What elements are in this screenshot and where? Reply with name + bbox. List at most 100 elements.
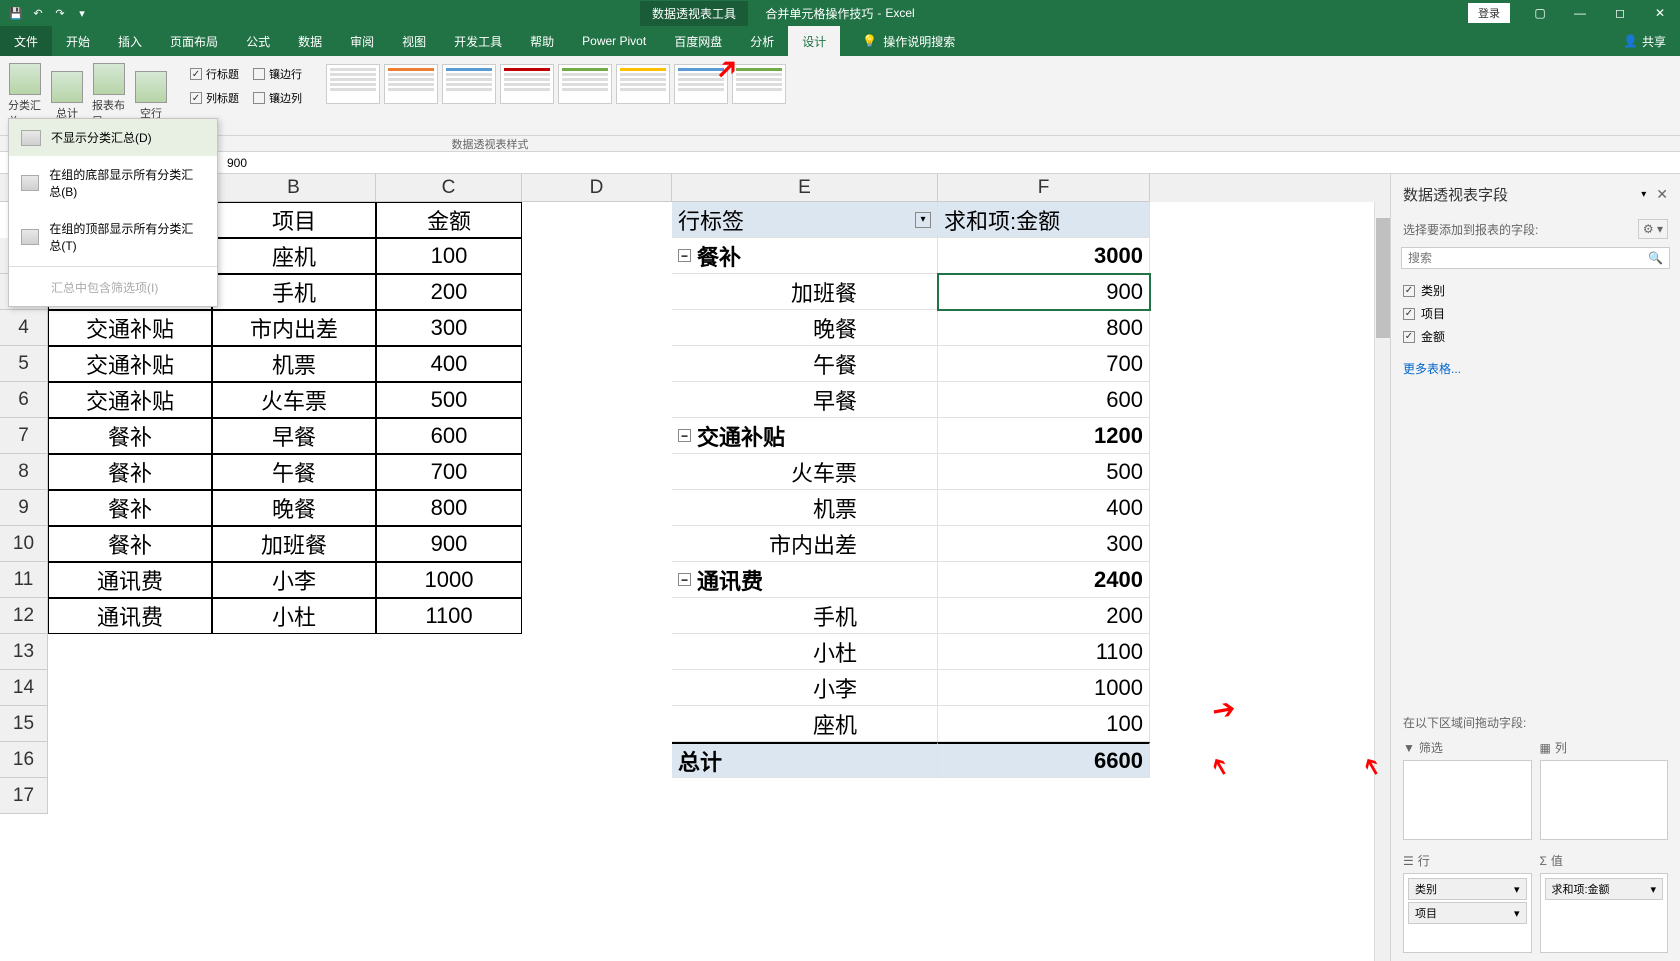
cell[interactable]: 200	[376, 274, 522, 310]
row-header[interactable]: 10	[0, 526, 48, 562]
gear-icon[interactable]: ⚙ ▾	[1638, 219, 1668, 239]
save-icon[interactable]: 💾	[8, 5, 24, 21]
pivot-cell[interactable]: 手机	[672, 598, 938, 634]
ribbon-display-icon[interactable]: ▢	[1520, 0, 1560, 26]
cell[interactable]: 800	[376, 490, 522, 526]
share-button[interactable]: 👤 共享	[1609, 33, 1680, 50]
dropdown-no-subtotal[interactable]: 不显示分类汇总(D)	[9, 119, 217, 156]
menu-home[interactable]: 开始	[52, 26, 104, 56]
pivot-cell[interactable]: 座机	[672, 706, 938, 742]
menu-design[interactable]: 设计	[788, 26, 840, 56]
pivot-cell[interactable]: 小李	[672, 670, 938, 706]
row-header[interactable]: 7	[0, 418, 48, 454]
pivot-cell[interactable]: 早餐	[672, 382, 938, 418]
menu-developer[interactable]: 开发工具	[440, 26, 516, 56]
field-item[interactable]: 金额	[1403, 325, 1668, 348]
pivot-value-label[interactable]: 求和项:金额	[938, 202, 1150, 238]
col-header-checkbox[interactable]: 列标题	[190, 88, 239, 108]
dropdown-subtotal-top[interactable]: 在组的顶部显示所有分类汇总(T)	[9, 210, 217, 264]
cell[interactable]: 手机	[212, 274, 376, 310]
pivot-group[interactable]: −餐补	[672, 238, 938, 274]
col-header[interactable]: C	[376, 174, 522, 202]
style-thumb[interactable]	[558, 64, 612, 104]
cell[interactable]: 交通补贴	[48, 346, 212, 382]
pivot-cell[interactable]: 100	[938, 706, 1150, 742]
field-pill[interactable]: 项目▾	[1408, 902, 1527, 924]
pivot-cell[interactable]: 火车票	[672, 454, 938, 490]
panel-close-icon[interactable]: ✕	[1656, 186, 1668, 203]
row-header-checkbox[interactable]: 行标题	[190, 64, 239, 84]
cell[interactable]: 400	[376, 346, 522, 382]
collapse-icon[interactable]: −	[678, 429, 691, 442]
pivot-cell[interactable]: 500	[938, 454, 1150, 490]
banded-cols-checkbox[interactable]: 镶边列	[253, 88, 302, 108]
cell[interactable]: 餐补	[48, 490, 212, 526]
collapse-icon[interactable]: −	[678, 573, 691, 586]
col-header[interactable]: D	[522, 174, 672, 202]
redo-icon[interactable]: ↷	[52, 5, 68, 21]
cell[interactable]: 900	[376, 526, 522, 562]
cell[interactable]: 交通补贴	[48, 310, 212, 346]
minimize-icon[interactable]: —	[1560, 0, 1600, 26]
row-header[interactable]: 6	[0, 382, 48, 418]
col-header[interactable]: E	[672, 174, 938, 202]
vertical-scrollbar[interactable]	[1374, 202, 1390, 961]
field-pill[interactable]: 类别▾	[1408, 878, 1527, 900]
filter-dropdown-icon[interactable]: ▾	[915, 212, 931, 228]
col-header[interactable]: F	[938, 174, 1150, 202]
field-item[interactable]: 项目	[1403, 302, 1668, 325]
style-thumb[interactable]	[442, 64, 496, 104]
formula-bar[interactable]: 900	[0, 152, 1680, 174]
col-header[interactable]: B	[212, 174, 376, 202]
field-item[interactable]: 类别	[1403, 279, 1668, 302]
cell[interactable]: 小杜	[212, 598, 376, 634]
pivot-cell[interactable]: 加班餐	[672, 274, 938, 310]
cell[interactable]: 午餐	[212, 454, 376, 490]
pivot-cell[interactable]: 1000	[938, 670, 1150, 706]
dropdown-subtotal-bottom[interactable]: 在组的底部显示所有分类汇总(B)	[9, 156, 217, 210]
style-thumb[interactable]	[616, 64, 670, 104]
style-thumb[interactable]	[326, 64, 380, 104]
cell[interactable]: 700	[376, 454, 522, 490]
pivot-cell[interactable]: 3000	[938, 238, 1150, 274]
pivot-grand-total-value[interactable]: 6600	[938, 742, 1150, 778]
pivot-cell[interactable]: 机票	[672, 490, 938, 526]
banded-rows-checkbox[interactable]: 镶边行	[253, 64, 302, 84]
row-header[interactable]: 15	[0, 706, 48, 742]
pivot-cell[interactable]: 400	[938, 490, 1150, 526]
menu-help[interactable]: 帮助	[516, 26, 568, 56]
cell[interactable]: 项目	[212, 202, 376, 238]
row-header[interactable]: 14	[0, 670, 48, 706]
cell[interactable]: 300	[376, 310, 522, 346]
values-drop-zone[interactable]: Σ值 求和项:金额▾	[1540, 848, 1669, 953]
pivot-cell[interactable]: 小杜	[672, 634, 938, 670]
pivot-cell[interactable]: 700	[938, 346, 1150, 382]
cell[interactable]: 1000	[376, 562, 522, 598]
pivot-cell-selected[interactable]: 900	[938, 274, 1150, 310]
row-header[interactable]: 11	[0, 562, 48, 598]
cell[interactable]: 机票	[212, 346, 376, 382]
cell[interactable]: 早餐	[212, 418, 376, 454]
rows-drop-zone[interactable]: ☰行 类别▾ 项目▾	[1403, 848, 1532, 953]
pivot-grand-total-label[interactable]: 总计	[672, 742, 938, 778]
cell[interactable]: 火车票	[212, 382, 376, 418]
pivot-cell[interactable]: 300	[938, 526, 1150, 562]
menu-analyze[interactable]: 分析	[736, 26, 788, 56]
menu-view[interactable]: 视图	[388, 26, 440, 56]
cell[interactable]: 通讯费	[48, 562, 212, 598]
tell-me-search[interactable]: 💡 操作说明搜索	[848, 26, 969, 56]
cell[interactable]: 市内出差	[212, 310, 376, 346]
pivot-cell[interactable]: 200	[938, 598, 1150, 634]
login-button[interactable]: 登录	[1468, 3, 1510, 23]
qat-more-icon[interactable]: ▾	[74, 5, 90, 21]
chevron-down-icon[interactable]: ▾	[1514, 883, 1520, 896]
menu-pagelayout[interactable]: 页面布局	[156, 26, 232, 56]
menu-data[interactable]: 数据	[284, 26, 336, 56]
menu-powerpivot[interactable]: Power Pivot	[568, 26, 660, 56]
cell[interactable]: 晚餐	[212, 490, 376, 526]
cell[interactable]: 100	[376, 238, 522, 274]
pivot-cell[interactable]: 市内出差	[672, 526, 938, 562]
row-header[interactable]: 13	[0, 634, 48, 670]
pivot-group[interactable]: −通讯费	[672, 562, 938, 598]
row-header[interactable]: 9	[0, 490, 48, 526]
